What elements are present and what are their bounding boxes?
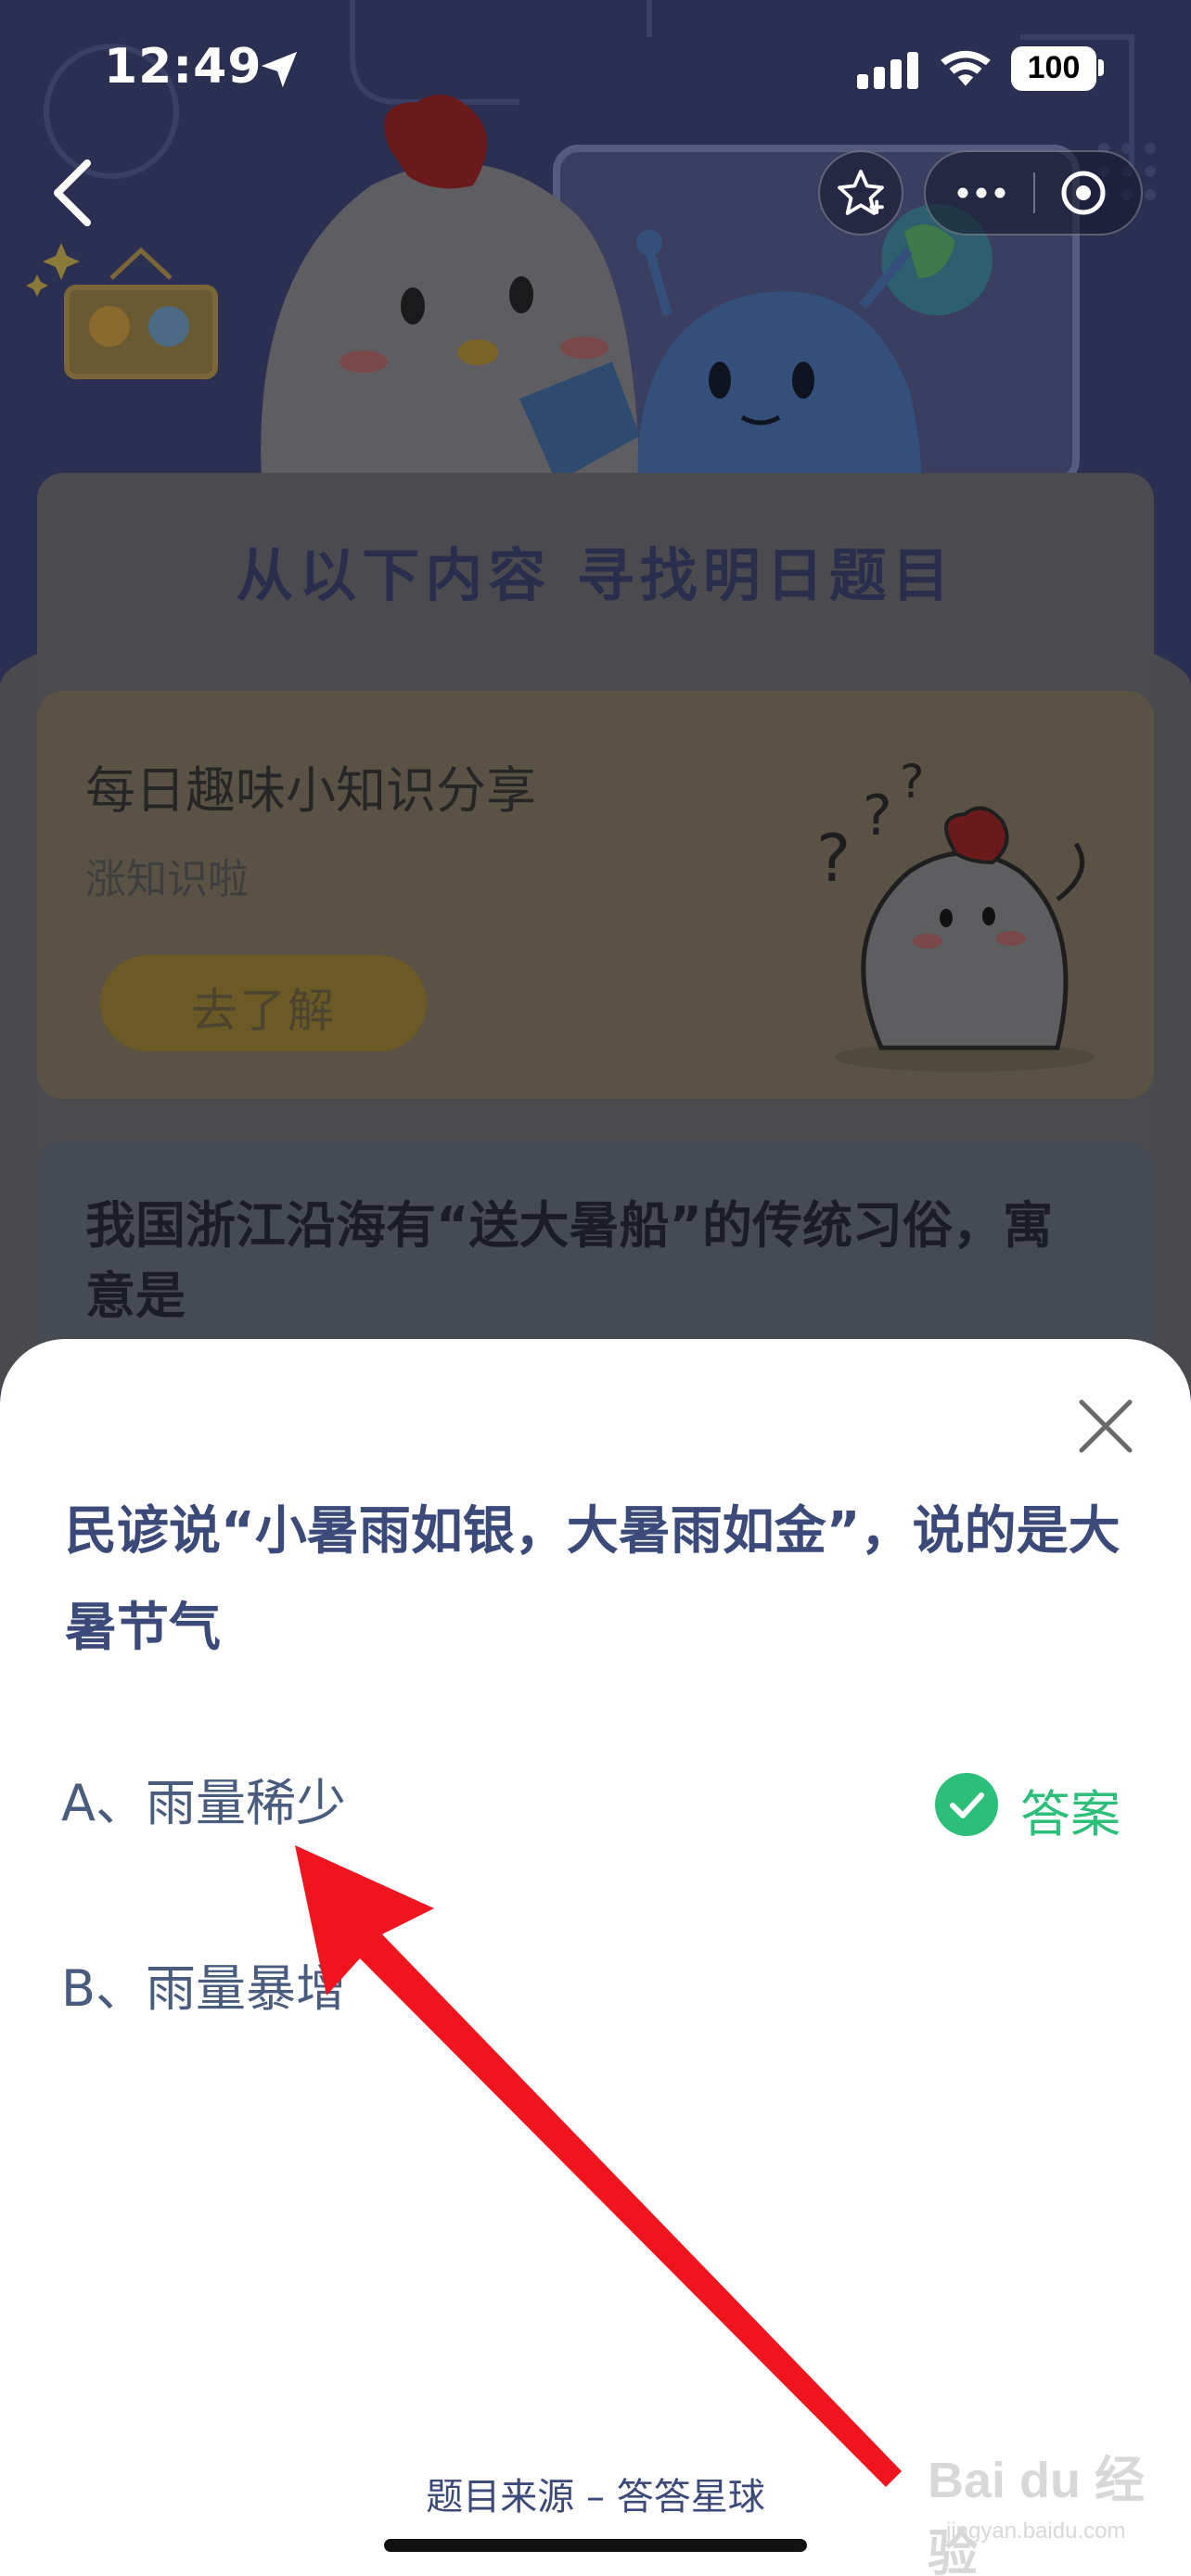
learn-more-label: 去了解 (191, 984, 336, 1038)
banner-title: 从以下内容 寻找明日题目 (236, 542, 955, 609)
status-time: 12:49 (104, 39, 263, 95)
svg-text:?: ? (816, 821, 851, 897)
answer-badge: 答案 (935, 1762, 1148, 1845)
back-chevron-icon[interactable] (46, 156, 102, 230)
miniprogram-capsule (924, 150, 1143, 236)
learn-more-button[interactable]: 去了解 (100, 955, 427, 1052)
answer-label: 答案 (1020, 1785, 1121, 1843)
target-close-icon[interactable] (1035, 152, 1143, 234)
option-b[interactable]: B、雨量暴增 (61, 1947, 711, 2031)
check-circle-icon (935, 1773, 998, 1836)
home-indicator (384, 2539, 807, 2552)
close-icon[interactable] (1072, 1393, 1139, 1460)
baidu-watermark: Bai du 经验 jingyan.baidu.com (928, 2439, 1178, 2576)
signal-icon (857, 52, 918, 89)
status-bar: 12:49 100 (0, 0, 1191, 139)
svg-text:?: ? (863, 784, 892, 848)
star-icon (838, 170, 884, 215)
sheet-question: 民谚说“小暑雨如银，大暑雨如金”，说的是大暑节气 (65, 1501, 1121, 1658)
svg-text:?: ? (900, 755, 925, 809)
fact-card-subtitle: 涨知识啦 (85, 856, 249, 903)
wifi-icon (941, 50, 991, 86)
favorite-button[interactable] (818, 150, 903, 236)
question-card-text: 我国浙江沿海有“送大暑船”的传统习俗，寓意是 (85, 1196, 1053, 1325)
more-dots-icon[interactable] (926, 152, 1033, 234)
thinking-chick-illustration: ? ? ? (816, 755, 1095, 1072)
battery-icon: 100 (1011, 46, 1096, 91)
battery-cap (1098, 59, 1104, 76)
location-arrow-icon (261, 51, 298, 88)
option-a[interactable]: A、雨量稀少 (61, 1762, 711, 1845)
fact-card-title: 每日趣味小知识分享 (85, 761, 536, 820)
battery-level: 100 (1027, 50, 1081, 85)
watermark-text: Bai du 经验 (928, 2453, 1146, 2576)
watermark-url: jingyan.baidu.com (946, 2519, 1126, 2544)
